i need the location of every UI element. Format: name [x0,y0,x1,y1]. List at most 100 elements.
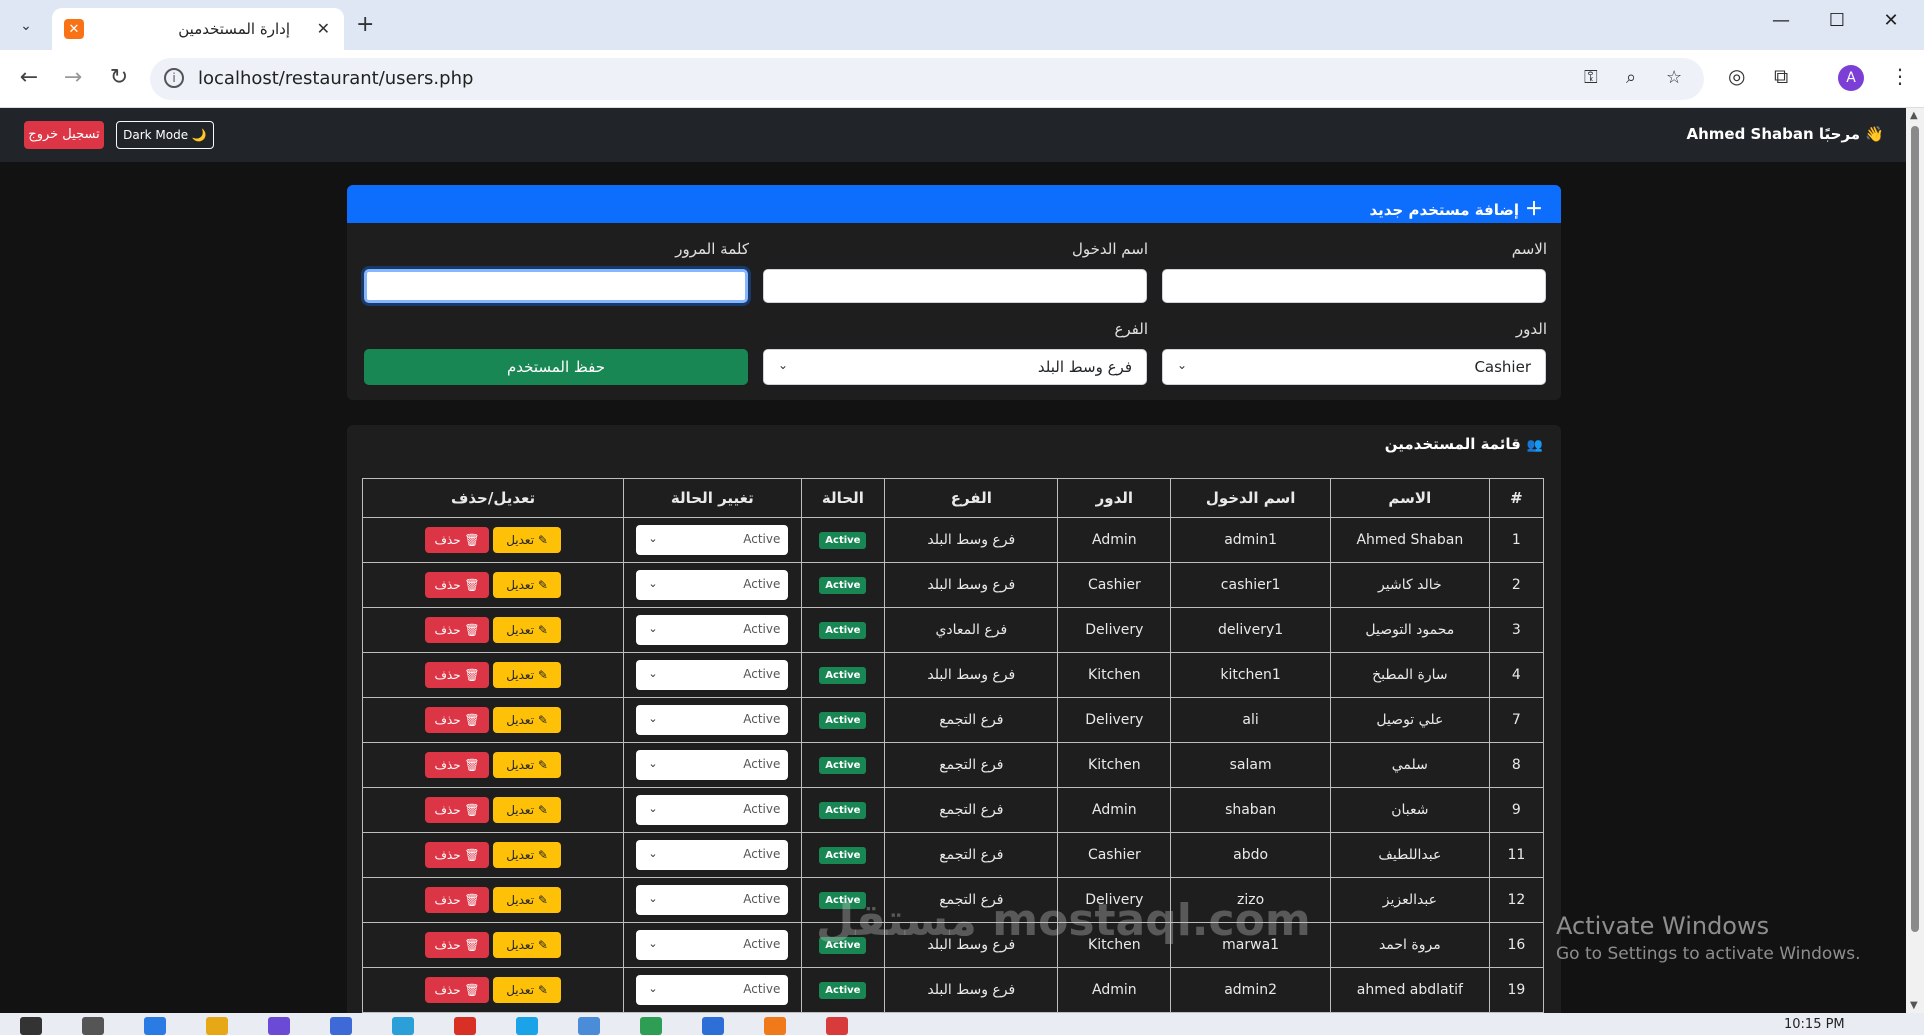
status-select-value: Active [743,622,781,636]
taskbar-app-icon[interactable] [330,1017,352,1035]
password-input[interactable] [364,269,748,303]
status-select[interactable]: Active ⌄ [636,750,789,780]
chevron-down-icon: ⌄ [648,622,658,635]
status-select[interactable]: Active ⌄ [636,795,789,825]
edit-button[interactable]: ✎ تعديل [493,617,562,643]
taskbar-app-icon[interactable] [392,1017,414,1035]
status-select[interactable]: Active ⌄ [636,615,789,645]
cell-actions: ✎ تعديل 🗑 حذف [361,967,625,1013]
back-icon[interactable]: ← [14,65,44,90]
bookmark-star-icon[interactable]: ☆ [1666,67,1682,88]
table-row: 2 خالد كاشير cashier1 Cashier فرع وسط البلد A… [361,562,1545,608]
site-info-icon[interactable]: i [164,68,184,88]
cell-role: Kitchen [1057,742,1172,788]
status-select-value: Active [743,802,781,816]
role-select[interactable]: Cashier ⌄ [1162,349,1546,385]
branch-label: الفرع [1114,320,1148,338]
url-text[interactable]: localhost/restaurant/users.php [198,68,473,89]
cell-branch: فرع التجمع [884,742,1059,788]
edit-button[interactable]: ✎ تعديل [493,797,562,823]
cell-actions: ✎ تعديل 🗑 حذف [361,787,625,833]
cell-change-status: Active ⌄ [623,697,802,743]
password-key-icon[interactable]: ⚿ [1584,67,1598,88]
trash-icon: 🗑 [460,758,480,772]
delete-button[interactable]: 🗑 حذف [425,887,490,913]
username-input[interactable] [763,269,1147,303]
status-badge: Active [819,982,867,999]
edit-label: تعديل [506,848,535,862]
taskbar-app-icon[interactable] [144,1017,166,1035]
scroll-down-icon[interactable]: ▼ [1910,1000,1918,1011]
delete-button[interactable]: 🗑 حذف [425,662,490,688]
delete-button[interactable]: 🗑 حذف [425,752,490,778]
cell-username: kitchen1 [1170,652,1331,698]
reload-icon[interactable]: ↻ [104,65,134,90]
status-select[interactable]: Active ⌄ [636,975,789,1005]
minimize-icon[interactable]: — [1766,10,1796,31]
delete-button[interactable]: 🗑 حذف [425,932,490,958]
window-close-icon[interactable]: ✕ [1876,10,1906,31]
save-user-button[interactable]: حفظ المستخدم [364,349,748,385]
profile-avatar[interactable]: A [1838,65,1864,91]
branch-select[interactable]: فرع وسط البلد ⌄ [763,349,1147,385]
new-tab-icon[interactable]: + [356,12,374,37]
scroll-up-icon[interactable]: ▲ [1910,110,1918,121]
status-select[interactable]: Active ⌄ [636,930,789,960]
forward-icon[interactable]: → [58,65,88,90]
edit-button[interactable]: ✎ تعديل [493,707,562,733]
status-select[interactable]: Active ⌄ [636,705,789,735]
tab-search-icon[interactable]: ⌄ [10,10,42,42]
edit-button[interactable]: ✎ تعديل [493,842,562,868]
status-select[interactable]: Active ⌄ [636,570,789,600]
maximize-icon[interactable]: ☐ [1822,10,1852,31]
tab-close-icon[interactable]: ✕ [317,19,330,38]
xampp-favicon-icon: ✕ [64,19,84,39]
delete-button[interactable]: 🗑 حذف [425,977,490,1003]
dark-mode-button[interactable]: Dark Mode 🌙 [116,121,214,149]
status-select[interactable]: Active ⌄ [636,885,789,915]
extension-circle-icon[interactable]: ◎ [1728,64,1745,88]
start-icon[interactable] [20,1017,42,1035]
browser-tab[interactable]: ✕ إدارة المستخدمين ✕ [52,8,344,50]
edit-button[interactable]: ✎ تعديل [493,752,562,778]
edit-button[interactable]: ✎ تعديل [493,527,562,553]
extensions-puzzle-icon[interactable]: ⧉ [1774,64,1788,88]
taskbar-search-icon[interactable] [82,1017,104,1035]
delete-button[interactable]: 🗑 حذف [425,707,490,733]
page-scrollbar[interactable]: ▲ ▼ [1906,108,1924,1013]
name-input[interactable] [1162,269,1546,303]
taskbar-app-icon[interactable] [578,1017,600,1035]
pencil-icon: ✎ [534,623,548,637]
file-explorer-icon[interactable] [206,1017,228,1035]
delete-button[interactable]: 🗑 حذف [425,527,490,553]
chrome-icon[interactable] [454,1017,476,1035]
taskbar-app-icon[interactable] [516,1017,538,1035]
edit-button[interactable]: ✎ تعديل [493,887,562,913]
logout-button[interactable]: تسجيل خروج [24,121,104,149]
edit-button[interactable]: ✎ تعديل [493,977,562,1003]
xampp-taskbar-icon[interactable] [764,1017,786,1035]
cell-username: admin1 [1170,517,1331,563]
delete-button[interactable]: 🗑 حذف [425,842,490,868]
edit-button[interactable]: ✎ تعديل [493,932,562,958]
taskbar-app-icon[interactable] [640,1017,662,1035]
cell-name: علي توصيل [1329,697,1490,743]
status-select[interactable]: Active ⌄ [636,525,789,555]
delete-button[interactable]: 🗑 حذف [425,617,490,643]
browser-menu-icon[interactable]: ⋮ [1890,64,1910,88]
cell-id: 4 [1488,652,1545,698]
edit-button[interactable]: ✎ تعديل [493,662,562,688]
status-select[interactable]: Active ⌄ [636,840,789,870]
status-select[interactable]: Active ⌄ [636,660,789,690]
address-bar[interactable]: i localhost/restaurant/users.php ⚿ ⌕ ☆ [150,58,1704,100]
cell-role: Delivery [1057,607,1172,653]
zoom-icon[interactable]: ⌕ [1626,67,1636,88]
delete-button[interactable]: 🗑 حذف [425,572,490,598]
scroll-thumb[interactable] [1911,126,1919,932]
taskbar-app-icon[interactable] [702,1017,724,1035]
delete-button[interactable]: 🗑 حذف [425,797,490,823]
taskbar-app-icon[interactable] [268,1017,290,1035]
cell-name: عبداللطيف [1329,832,1490,878]
edit-button[interactable]: ✎ تعديل [493,572,562,598]
taskbar-app-icon[interactable] [826,1017,848,1035]
